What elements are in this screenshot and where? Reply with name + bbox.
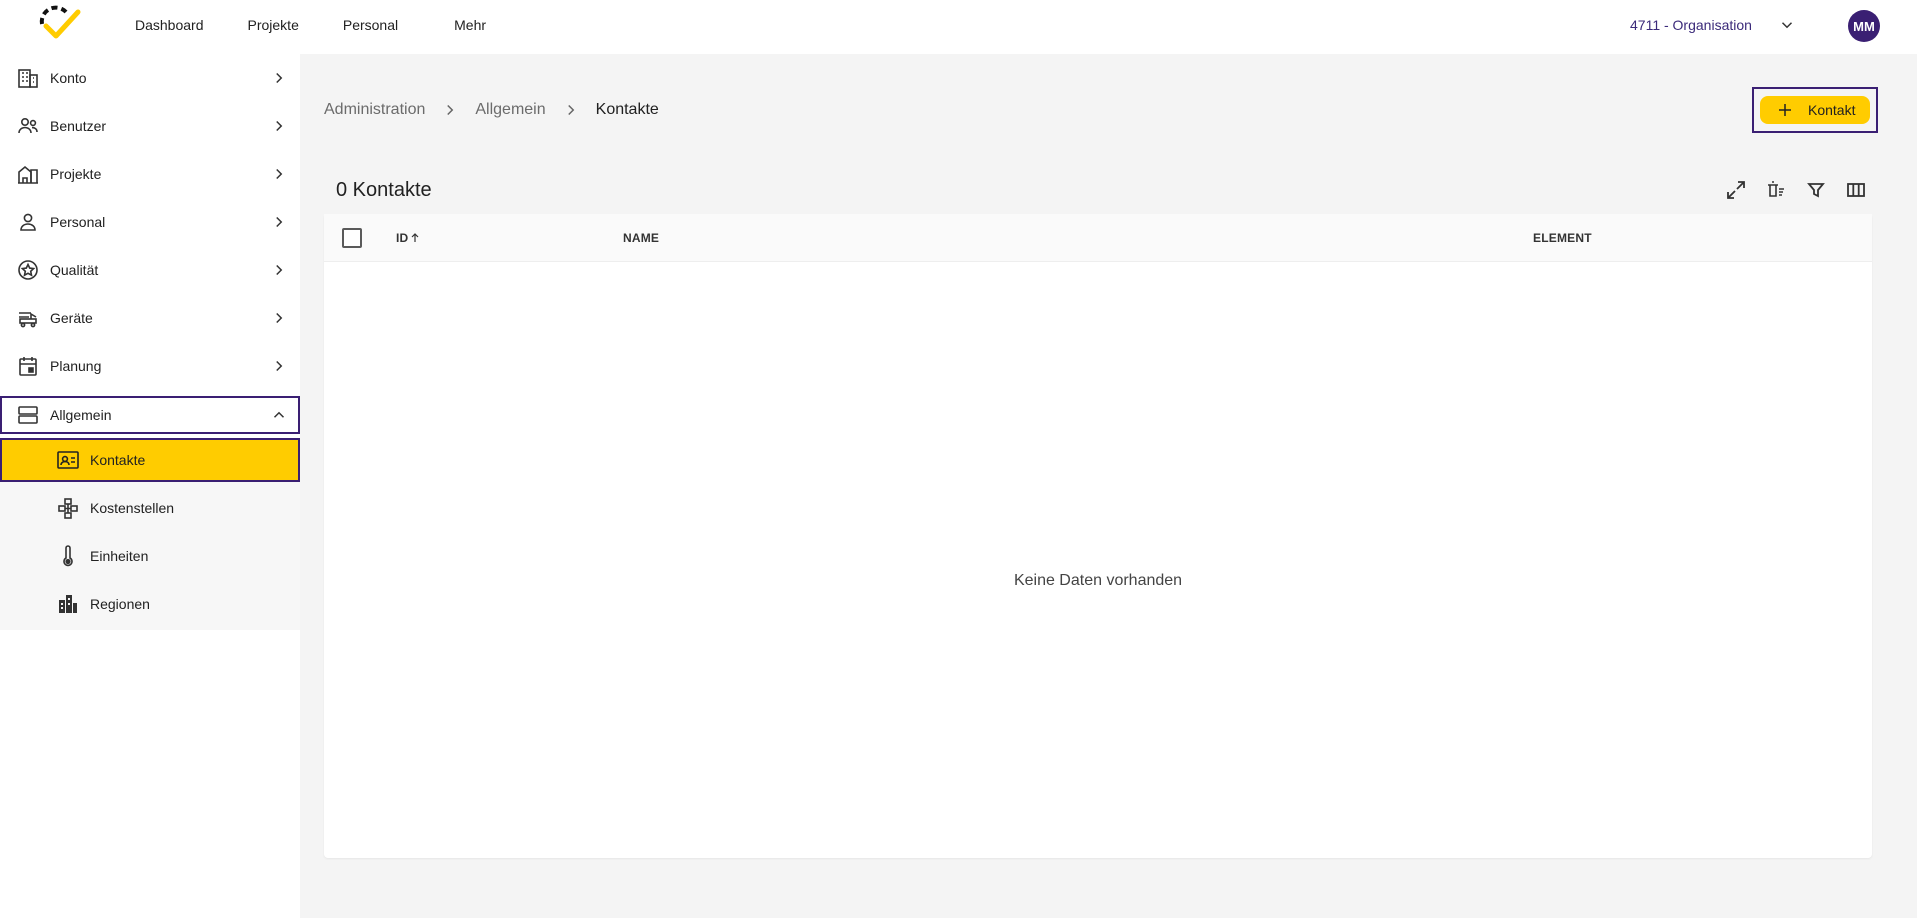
sidebar-subitem-kostenstellen[interactable]: Kostenstellen xyxy=(0,486,300,530)
sidebar-item-label: Kontakte xyxy=(90,452,146,468)
sidebar-item-qualitaet[interactable]: Qualität xyxy=(0,250,300,290)
column-header-id[interactable]: ID xyxy=(396,231,420,245)
sidebar-item-geraete[interactable]: Geräte xyxy=(0,298,300,338)
users-icon xyxy=(16,114,40,138)
sidebar-item-label: Geräte xyxy=(50,310,93,326)
select-all-checkbox[interactable] xyxy=(342,228,362,248)
house-icon xyxy=(16,162,40,186)
sidebar-subitem-regionen[interactable]: Regionen xyxy=(0,582,300,626)
breadcrumb-kontakte: Kontakte xyxy=(595,101,659,118)
chevron-right-icon xyxy=(562,101,580,119)
chevron-up-icon xyxy=(270,406,288,424)
sidebar-item-label: Kostenstellen xyxy=(90,500,175,516)
server-icon xyxy=(16,403,40,427)
sidebar-item-allgemein[interactable]: Allgemein xyxy=(0,396,300,434)
fullscreen-icon[interactable] xyxy=(1724,178,1748,202)
nav-mehr[interactable]: Mehr xyxy=(420,0,508,50)
plus-icon xyxy=(1776,101,1794,119)
top-navigation: Dashboard Projekte Personal Mehr xyxy=(112,0,508,50)
filter-icon[interactable] xyxy=(1804,178,1828,202)
chevron-right-icon xyxy=(270,117,288,135)
table-title: 0 Kontakte xyxy=(336,179,432,201)
breadcrumb-administration[interactable]: Administration xyxy=(324,101,425,119)
empty-state-text: Keine Daten vorhanden xyxy=(1013,572,1183,589)
app-logo[interactable] xyxy=(36,4,84,44)
sidebar-item-label: Regionen xyxy=(90,596,150,612)
table-header: ID NAME ELEMENT xyxy=(324,214,1872,262)
sidebar-subitem-kontakte[interactable]: Kontakte xyxy=(0,438,300,482)
sidebar: Konto Benutzer Projekte Personal Qualitä… xyxy=(0,54,300,918)
nav-projekte[interactable]: Projekte xyxy=(226,0,321,50)
sidebar-subitem-einheiten[interactable]: Einheiten xyxy=(0,534,300,578)
column-header-name[interactable]: NAME xyxy=(623,231,659,245)
avatar[interactable]: MM xyxy=(1848,10,1880,42)
sidebar-item-projekte[interactable]: Projekte xyxy=(0,154,300,194)
thermometer-icon xyxy=(56,544,80,568)
sidebar-item-benutzer[interactable]: Benutzer xyxy=(0,106,300,146)
sidebar-item-label: Allgemein xyxy=(50,407,112,423)
column-header-element[interactable]: ELEMENT xyxy=(1533,231,1592,245)
sidebar-item-label: Planung xyxy=(50,358,102,374)
person-icon xyxy=(16,210,40,234)
chevron-right-icon xyxy=(270,165,288,183)
contact-card-icon xyxy=(56,448,80,472)
sidebar-item-label: Qualität xyxy=(50,262,99,278)
sidebar-item-konto[interactable]: Konto xyxy=(0,58,300,98)
clear-filter-icon[interactable] xyxy=(1764,178,1788,202)
nav-dashboard[interactable]: Dashboard xyxy=(112,0,226,50)
chevron-right-icon xyxy=(270,69,288,87)
add-contact-label: Kontakt xyxy=(1808,102,1856,118)
chevron-right-icon xyxy=(270,213,288,231)
chevron-right-icon xyxy=(270,357,288,375)
contacts-table: ID NAME ELEMENT Keine Daten vorhanden xyxy=(324,214,1872,858)
city-icon xyxy=(56,592,80,616)
organization-selector[interactable]: 4711 - Organisation xyxy=(1630,0,1752,50)
chevron-right-icon xyxy=(270,309,288,327)
breadcrumb-allgemein[interactable]: Allgemein xyxy=(475,101,545,119)
building-icon xyxy=(16,66,40,90)
column-header-label: ID xyxy=(396,231,409,245)
chevron-down-icon[interactable] xyxy=(1778,16,1796,34)
sidebar-item-planung[interactable]: Planung xyxy=(0,346,300,386)
columns-icon[interactable] xyxy=(1844,178,1868,202)
chevron-right-icon xyxy=(270,261,288,279)
calendar-icon xyxy=(16,354,40,378)
nav-personal[interactable]: Personal xyxy=(321,0,420,50)
hierarchy-icon xyxy=(56,496,80,520)
add-contact-button[interactable]: Kontakt xyxy=(1760,96,1870,124)
vehicle-icon xyxy=(16,306,40,330)
sidebar-item-label: Personal xyxy=(50,214,106,230)
sort-ascending-icon xyxy=(410,233,420,243)
sidebar-submenu-allgemein: Kontakte Kostenstellen Einheiten Regione… xyxy=(0,438,300,630)
sidebar-item-label: Einheiten xyxy=(90,548,149,564)
star-badge-icon xyxy=(16,258,40,282)
chevron-right-icon xyxy=(441,101,459,119)
sidebar-item-label: Konto xyxy=(50,70,87,86)
sidebar-item-label: Projekte xyxy=(50,166,102,182)
top-bar: Dashboard Projekte Personal Mehr 4711 - … xyxy=(0,0,1917,54)
breadcrumb: Administration Allgemein Kontakte xyxy=(324,98,659,122)
sidebar-item-personal[interactable]: Personal xyxy=(0,202,300,242)
sidebar-item-label: Benutzer xyxy=(50,118,107,134)
